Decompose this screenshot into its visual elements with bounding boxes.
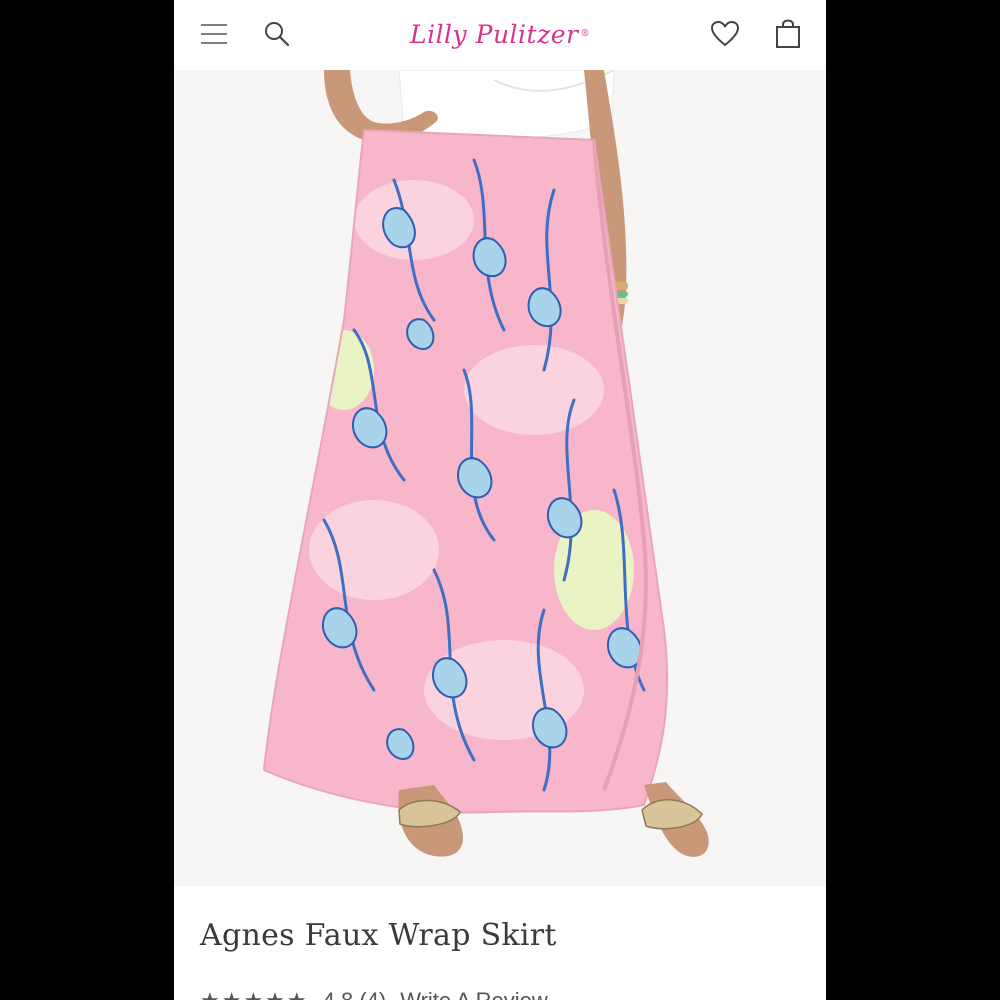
rating-row: ★★★★★ 4.8 (4) Write A Review xyxy=(200,986,548,1000)
product-image[interactable] xyxy=(174,70,826,886)
product-title: Agnes Faux Wrap Skirt xyxy=(200,918,557,953)
rating-value[interactable]: 4.8 (4) xyxy=(323,988,387,1000)
brand-registered-mark: ® xyxy=(580,29,591,39)
heart-icon xyxy=(711,21,739,46)
write-review-link[interactable]: Write A Review xyxy=(400,988,548,1000)
site-header: Lilly Pulitzer ® xyxy=(174,0,826,70)
shopping-bag-button[interactable] xyxy=(768,14,808,54)
hamburger-menu-icon xyxy=(201,24,227,44)
mobile-page: Lilly Pulitzer ® Agnes Faux Wrap Skirt xyxy=(174,0,826,1000)
menu-button[interactable] xyxy=(194,14,234,54)
shopping-bag-icon xyxy=(776,19,800,48)
skirt-photo-illustration xyxy=(174,70,826,886)
search-icon xyxy=(265,22,290,47)
rating-stars[interactable]: ★★★★★ xyxy=(200,988,309,1000)
wishlist-button[interactable] xyxy=(705,14,745,54)
search-button[interactable] xyxy=(257,14,297,54)
brand-logo[interactable]: Lilly Pulitzer ® xyxy=(400,12,600,56)
brand-name: Lilly Pulitzer xyxy=(409,19,579,49)
